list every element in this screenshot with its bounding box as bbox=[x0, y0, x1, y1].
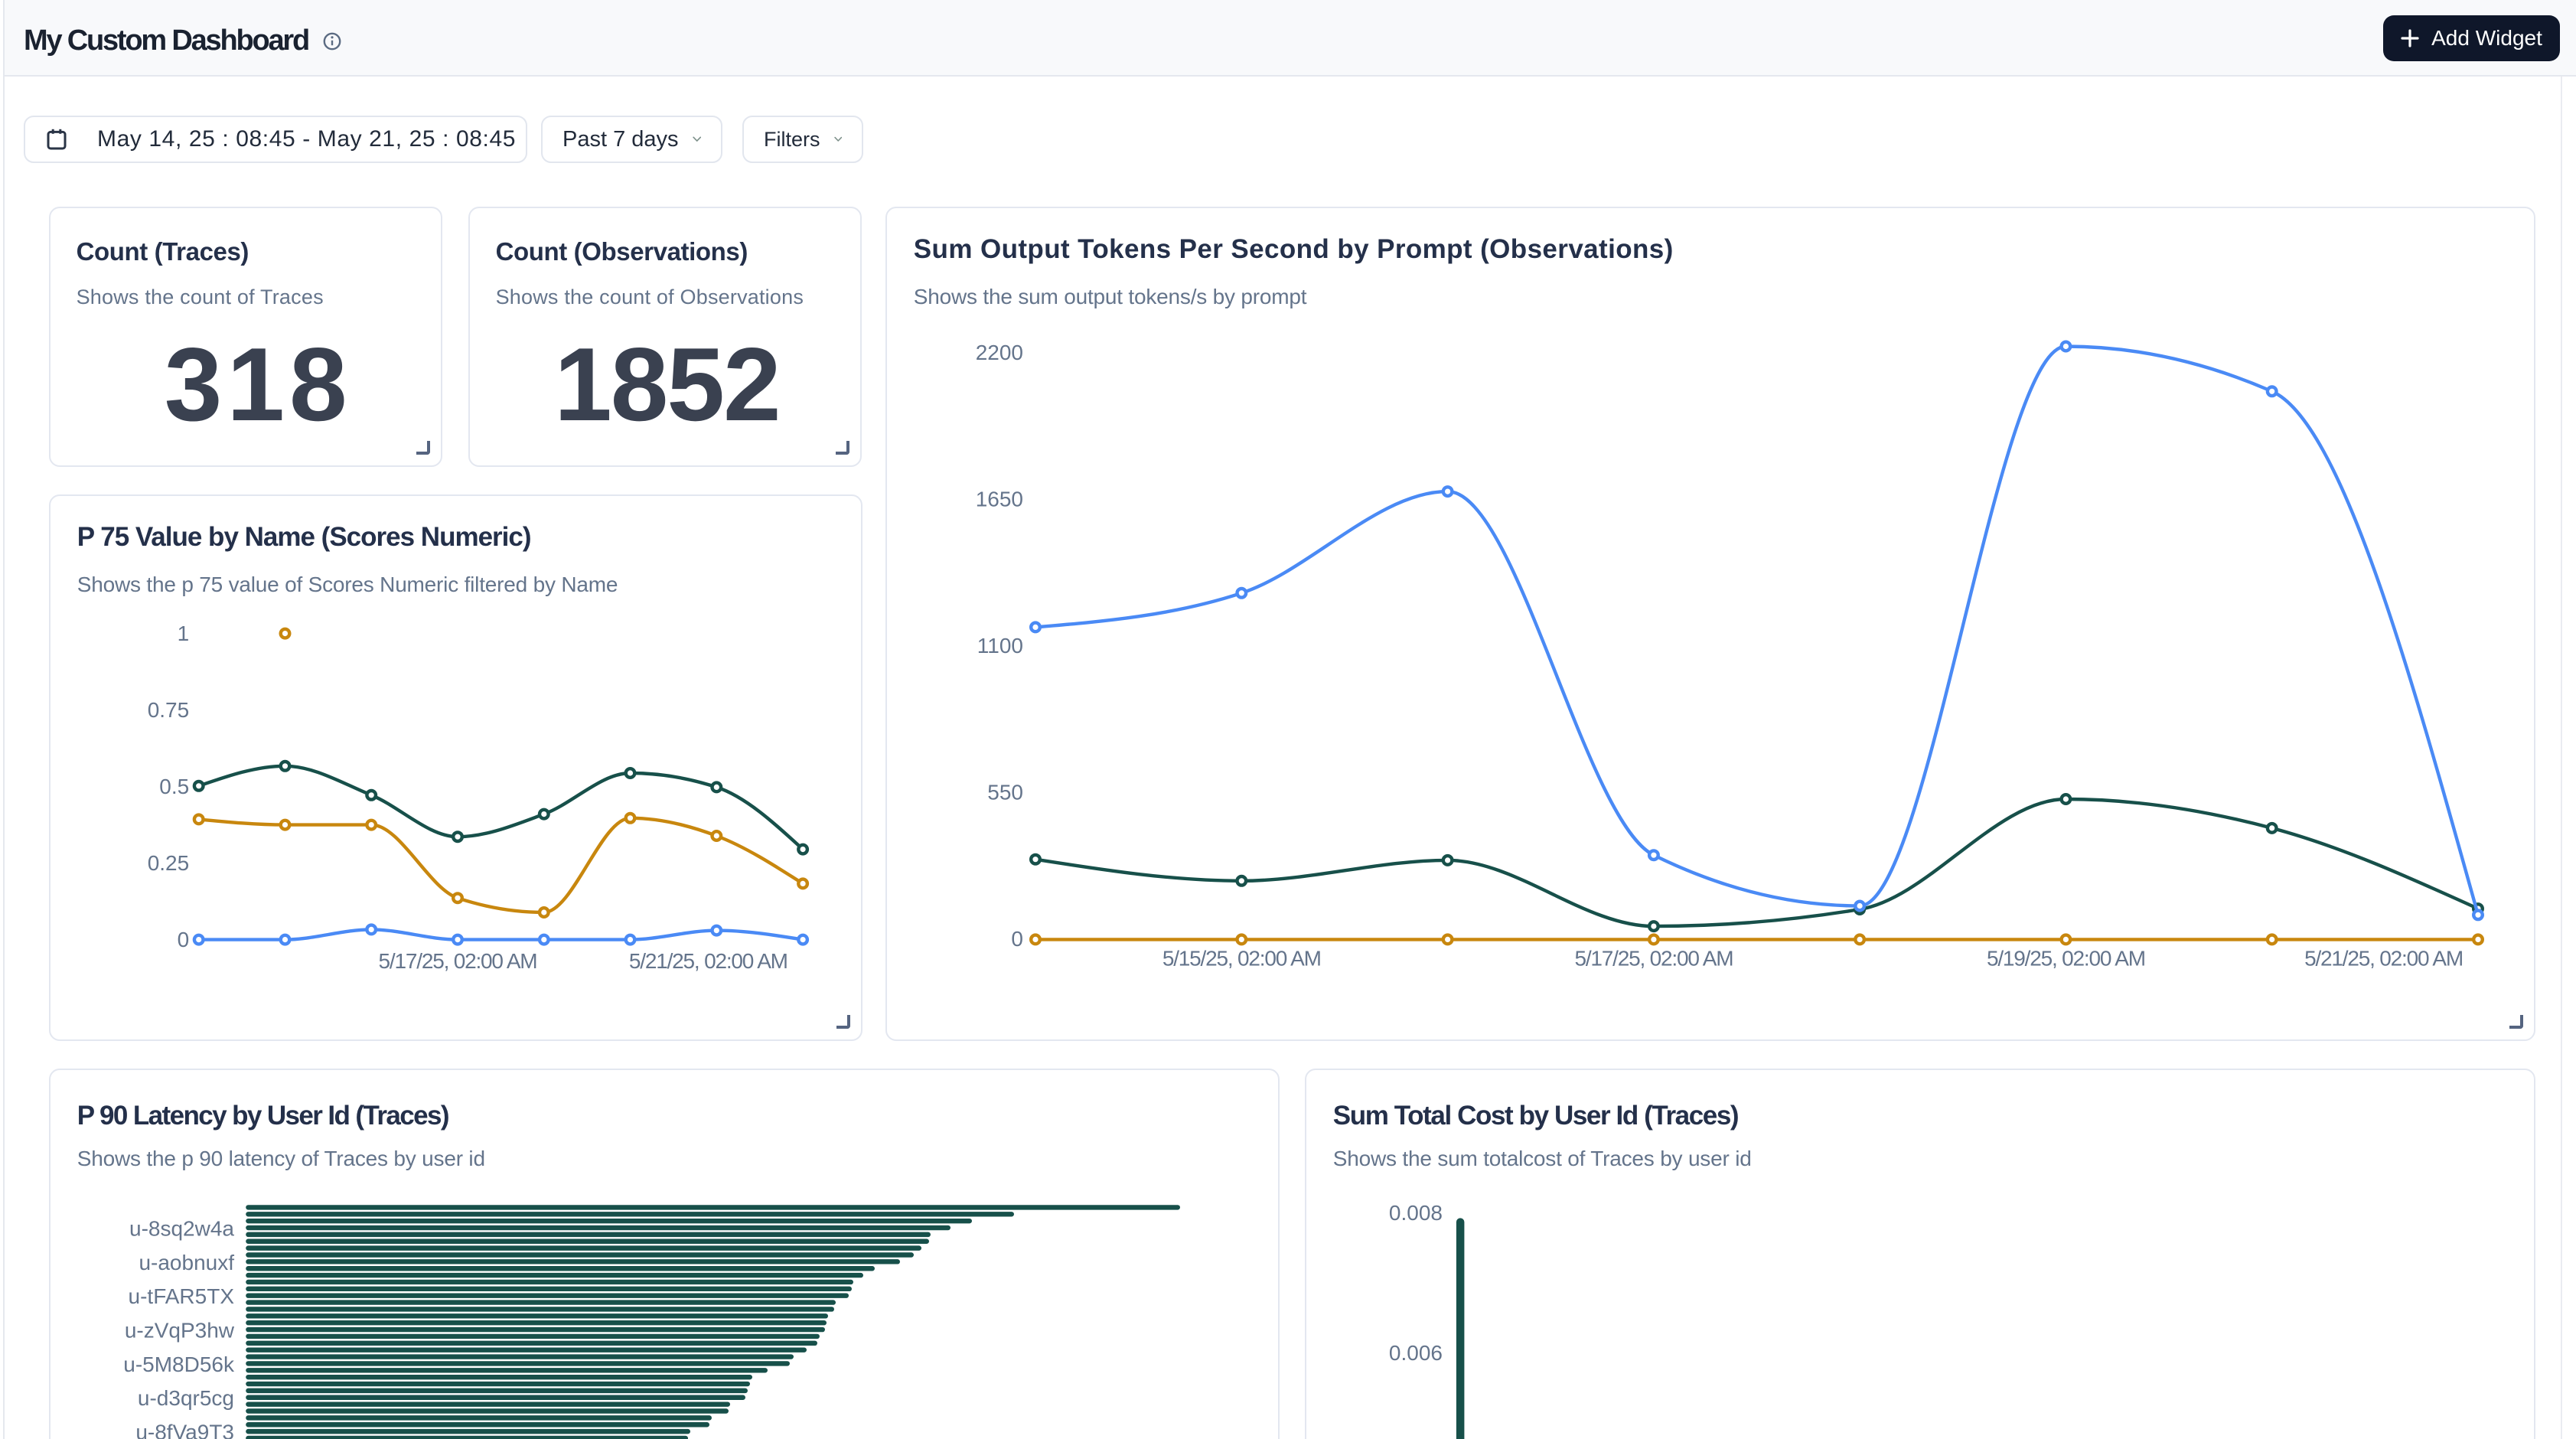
svg-text:0.006: 0.006 bbox=[1389, 1341, 1443, 1365]
svg-text:u-8sq2w4a: u-8sq2w4a bbox=[129, 1216, 234, 1240]
svg-text:1: 1 bbox=[178, 622, 190, 645]
svg-text:550: 550 bbox=[987, 780, 1023, 804]
svg-text:0.5: 0.5 bbox=[159, 775, 189, 798]
svg-text:u-tFAR5TX: u-tFAR5TX bbox=[129, 1284, 235, 1308]
svg-text:5/21/25, 02:00 AM: 5/21/25, 02:00 AM bbox=[629, 949, 787, 973]
svg-text:u-aobnuxf: u-aobnuxf bbox=[139, 1251, 234, 1274]
svg-text:5/17/25, 02:00 AM: 5/17/25, 02:00 AM bbox=[379, 949, 537, 973]
svg-text:0.008: 0.008 bbox=[1389, 1201, 1443, 1225]
svg-text:5/19/25, 02:00 AM: 5/19/25, 02:00 AM bbox=[1987, 946, 2145, 970]
svg-text:5/17/25, 02:00 AM: 5/17/25, 02:00 AM bbox=[1574, 946, 1733, 970]
svg-text:1650: 1650 bbox=[976, 487, 1023, 511]
svg-text:1100: 1100 bbox=[977, 634, 1023, 658]
svg-text:0: 0 bbox=[1011, 927, 1023, 951]
svg-text:u-8fVa9T3: u-8fVa9T3 bbox=[135, 1421, 234, 1439]
svg-text:5/15/25, 02:00 AM: 5/15/25, 02:00 AM bbox=[1162, 946, 1321, 970]
svg-text:0.75: 0.75 bbox=[148, 698, 190, 722]
svg-text:u-zVqP3hw: u-zVqP3hw bbox=[125, 1319, 235, 1343]
svg-text:u-5M8D56k: u-5M8D56k bbox=[123, 1353, 235, 1376]
svg-text:0.25: 0.25 bbox=[148, 851, 190, 875]
svg-text:5/21/25, 02:00 AM: 5/21/25, 02:00 AM bbox=[2304, 946, 2463, 970]
svg-text:2200: 2200 bbox=[976, 341, 1023, 364]
svg-text:0: 0 bbox=[178, 928, 190, 951]
svg-text:u-d3qr5cg: u-d3qr5cg bbox=[138, 1386, 234, 1410]
